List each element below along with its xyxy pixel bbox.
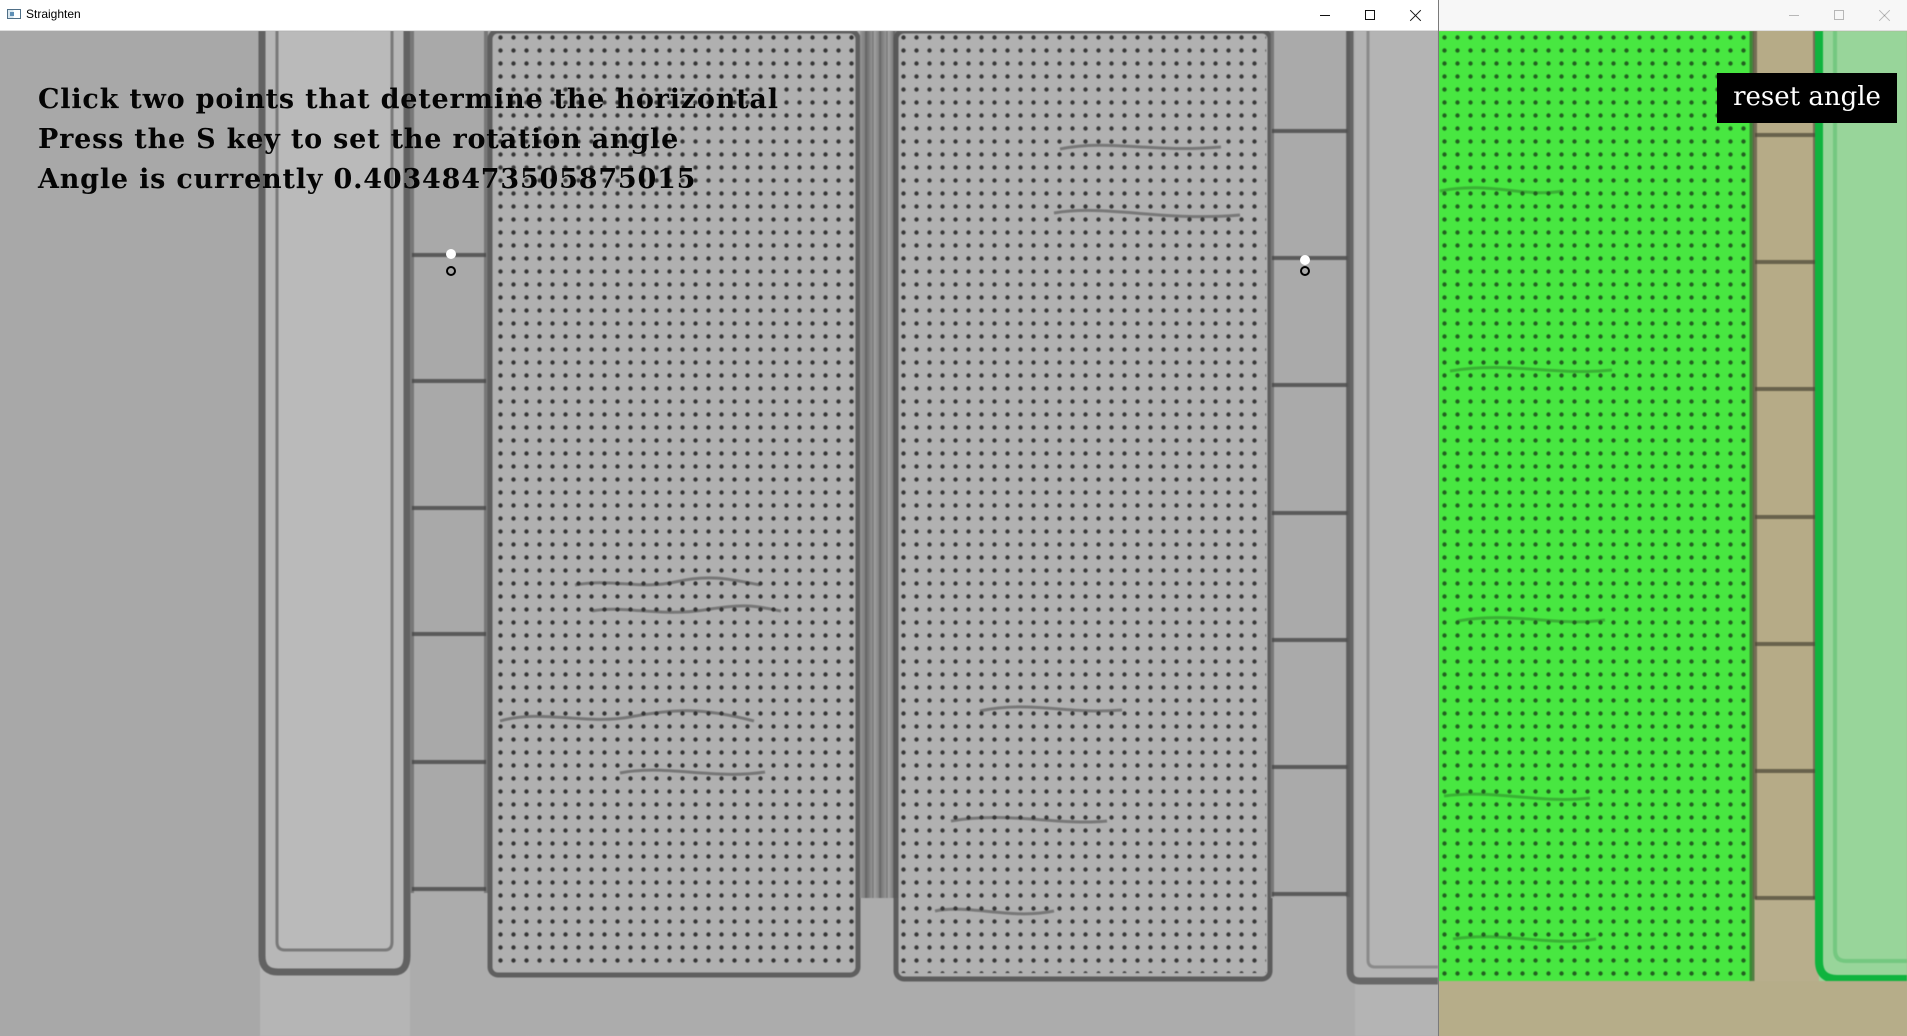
right-selection-point[interactable] — [1295, 252, 1315, 290]
maximize-button[interactable] — [1348, 0, 1393, 31]
preview-canvas[interactable]: reset angle — [1438, 31, 1907, 1036]
main-window-title: Straighten — [26, 7, 81, 21]
green-preview-image — [1438, 31, 1907, 1036]
minimize-button[interactable] — [1303, 0, 1348, 31]
reset-angle-button[interactable]: reset angle — [1717, 73, 1897, 123]
preview-window-controls — [1772, 0, 1907, 31]
main-window-controls — [1303, 0, 1438, 31]
instruction-line-1: Click two points that determine the hori… — [38, 84, 779, 115]
preview-maximize-button[interactable] — [1817, 0, 1862, 31]
image-canvas[interactable]: Click two points that determine the hori… — [0, 31, 1438, 1036]
preview-window-titlebar[interactable] — [1438, 0, 1907, 31]
angle-readout: Angle is currently 0.40348473505875015 — [38, 164, 697, 195]
app-window-icon — [7, 9, 21, 19]
preview-window[interactable]: reset angle — [1438, 0, 1907, 1036]
instruction-line-2: Press the S key to set the rotation angl… — [38, 124, 680, 155]
left-selection-point[interactable] — [441, 246, 461, 284]
preview-minimize-button[interactable] — [1772, 0, 1817, 31]
preview-close-button[interactable] — [1862, 0, 1907, 31]
close-button[interactable] — [1393, 0, 1438, 31]
instruction-overlay: Click two points that determine the hori… — [38, 80, 779, 200]
straighten-window[interactable]: Straighten Click two points that determi… — [0, 0, 1439, 1036]
main-window-titlebar[interactable]: Straighten — [0, 0, 1438, 31]
